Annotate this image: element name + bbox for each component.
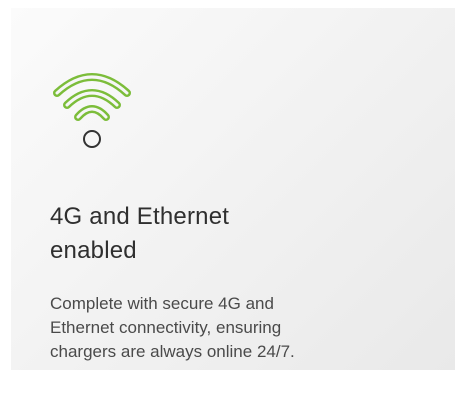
wifi-icon — [53, 73, 131, 148]
feature-description-line: chargers are always online 24/7. — [50, 342, 295, 361]
feature-card: 4G and Ethernet enabled Complete with se… — [11, 8, 455, 370]
feature-title: 4G and Ethernet enabled — [50, 200, 430, 268]
feature-description-line: Ethernet connectivity, ensuring — [50, 318, 282, 337]
feature-title-line: enabled — [50, 237, 137, 264]
feature-description: Complete with secure 4G and Ethernet con… — [50, 292, 430, 364]
feature-title-line: 4G and Ethernet — [50, 203, 230, 230]
feature-description-line: Complete with secure 4G and — [50, 294, 274, 313]
